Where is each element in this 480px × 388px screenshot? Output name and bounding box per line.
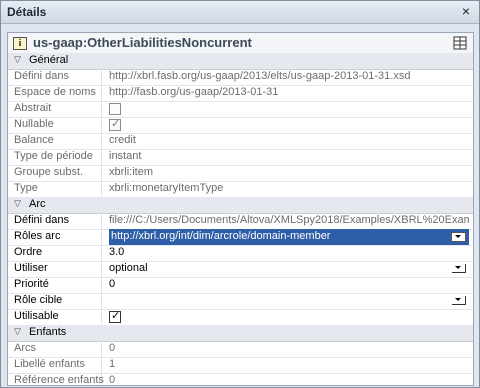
property-label: Libellé enfants: [8, 357, 102, 373]
property-label: Groupe subst.: [8, 165, 102, 181]
dropdown-arrow-icon[interactable]: [452, 264, 466, 273]
collapse-triangle-icon[interactable]: ▽: [14, 326, 21, 337]
property-label: Référence enfants: [8, 373, 104, 385]
checkmark-icon: ✓: [111, 118, 121, 130]
property-label: Rôle cible: [8, 293, 102, 309]
row-arcs[interactable]: Arcs 0: [8, 341, 473, 358]
property-label: Type: [8, 181, 102, 197]
property-label: Défini dans: [8, 213, 102, 229]
collapse-triangle-icon[interactable]: ▽: [14, 54, 21, 65]
property-label: Ordre: [8, 245, 102, 261]
row-priority[interactable]: Priorité 0: [8, 277, 473, 294]
row-order[interactable]: Ordre 3.0: [8, 245, 473, 262]
row-subst-group[interactable]: Groupe subst. xbrli:item: [8, 165, 473, 182]
row-general-defined-in[interactable]: Défini dans http://xbrl.fasb.org/us-gaap…: [8, 69, 473, 86]
property-label: Balance: [8, 133, 102, 149]
section-general[interactable]: ▽ Général: [8, 53, 473, 70]
row-type[interactable]: Type xbrli:monetaryItemType: [8, 181, 473, 198]
row-usable[interactable]: Utilisable ✓: [8, 309, 473, 326]
property-value: xbrli:item: [109, 166, 154, 178]
item-name: us-gaap:OtherLiabilitiesNoncurrent: [33, 35, 252, 50]
item-header: i us-gaap:OtherLiabilitiesNoncurrent: [8, 33, 473, 54]
collapse-triangle-icon[interactable]: ▽: [14, 198, 21, 209]
row-nullable[interactable]: Nullable ✓: [8, 117, 473, 134]
property-label: Arcs: [8, 341, 102, 357]
use-value: optional: [109, 262, 148, 274]
row-use[interactable]: Utiliser optional: [8, 261, 473, 278]
section-children[interactable]: ▽ Enfants: [8, 325, 473, 342]
property-label: Priorité: [8, 277, 102, 293]
property-value: 0: [109, 374, 116, 385]
property-label: Rôles arc: [8, 229, 102, 245]
property-label: Utilisable: [8, 309, 102, 325]
property-value: 1: [109, 358, 116, 370]
section-general-label: Général: [29, 54, 69, 66]
dropdown-arrow-icon[interactable]: [451, 232, 466, 242]
row-period-type[interactable]: Type de période instant: [8, 149, 473, 166]
property-value: 0: [109, 342, 116, 354]
usable-checkbox[interactable]: ✓: [109, 310, 121, 323]
target-role-select[interactable]: [109, 293, 469, 309]
abstract-checkbox: [109, 103, 121, 115]
order-input[interactable]: 3.0: [109, 245, 469, 261]
use-select[interactable]: optional: [109, 261, 469, 277]
window-titlebar[interactable]: Détails ×: [1, 1, 479, 24]
info-item-icon: i: [13, 37, 27, 50]
property-label: Type de période: [8, 149, 102, 165]
checkmark-icon: ✓: [111, 310, 121, 322]
property-label: Nullable: [8, 117, 102, 133]
row-balance[interactable]: Balance credit: [8, 133, 473, 150]
details-panel: i us-gaap:OtherLiabilitiesNoncurrent ▽ G…: [7, 32, 474, 386]
row-target-role[interactable]: Rôle cible: [8, 293, 473, 310]
dropdown-arrow-icon[interactable]: [452, 296, 466, 305]
row-child-refs[interactable]: Référence enfants 0: [8, 373, 473, 385]
row-abstract[interactable]: Abstrait: [8, 101, 473, 118]
property-label: Espace de noms: [8, 85, 102, 101]
arc-roles-value: http://xbrl.org/int/dim/arcrole/domain-m…: [111, 230, 331, 242]
property-label: Utiliser: [8, 261, 102, 277]
property-value: instant: [109, 150, 142, 162]
row-arc-roles[interactable]: Rôles arc http://xbrl.org/int/dim/arcrol…: [8, 229, 473, 246]
property-label: Défini dans: [8, 69, 102, 85]
nullable-checkbox: ✓: [109, 118, 121, 131]
details-window: Détails × i us-gaap:OtherLiabilitiesNonc…: [0, 0, 480, 388]
arc-roles-select[interactable]: http://xbrl.org/int/dim/arcrole/domain-m…: [109, 229, 469, 245]
row-arc-defined-in[interactable]: Défini dans file:///C:/Users/Documents/A…: [8, 213, 473, 230]
property-value: file:///C:/Users/Documents/Altova/XMLSpy…: [109, 214, 469, 226]
row-child-labels[interactable]: Libellé enfants 1: [8, 357, 473, 374]
section-arc-label: Arc: [29, 198, 46, 210]
property-label: Abstrait: [8, 101, 102, 117]
close-icon[interactable]: ×: [458, 3, 474, 19]
property-value: credit: [109, 134, 136, 146]
property-value: http://fasb.org/us-gaap/2013-01-31: [109, 86, 279, 98]
property-value: xbrli:monetaryItemType: [109, 182, 224, 194]
priority-input[interactable]: 0: [109, 277, 469, 293]
window-title: Détails: [7, 5, 47, 19]
section-children-label: Enfants: [29, 326, 67, 338]
section-arc[interactable]: ▽ Arc: [8, 197, 473, 214]
row-namespace[interactable]: Espace de noms http://fasb.org/us-gaap/2…: [8, 85, 473, 102]
details-toolbar-icon[interactable]: [453, 36, 467, 50]
property-value: http://xbrl.fasb.org/us-gaap/2013/elts/u…: [109, 70, 411, 82]
